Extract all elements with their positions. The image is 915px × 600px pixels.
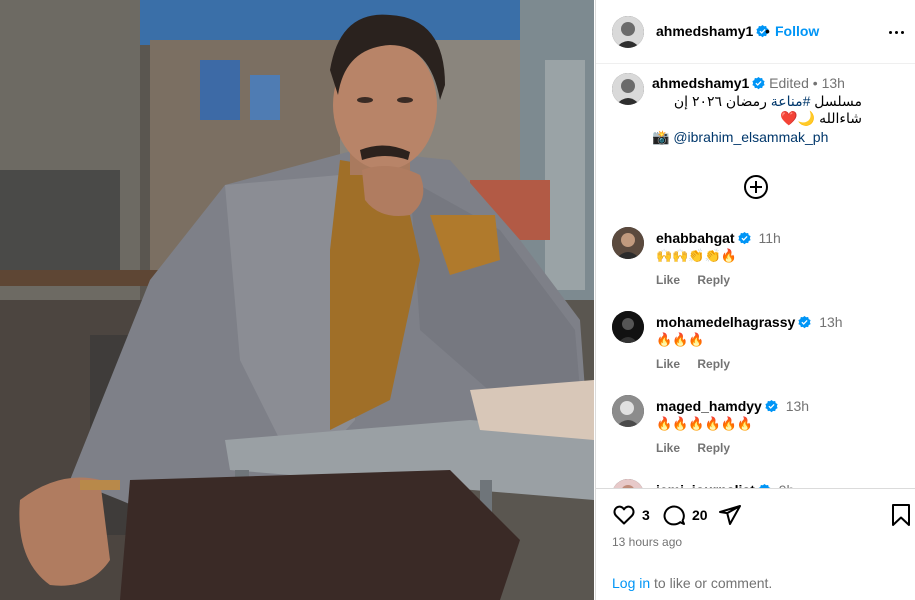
- comment-text: 🔥🔥🔥: [656, 332, 705, 347]
- author-avatar[interactable]: [612, 16, 644, 48]
- follow-button[interactable]: Follow: [775, 23, 819, 39]
- caption-header: ahmedshamy1 Edited • 13h: [652, 75, 845, 91]
- comment-item: ehabbahgat 11h 🙌🙌👏👏🔥 Like Reply: [596, 227, 915, 307]
- comment-reply-button[interactable]: Reply: [697, 357, 730, 371]
- caption-time: 13h: [821, 75, 845, 91]
- comment-text: 🙌🙌👏👏🔥: [656, 248, 737, 263]
- comment-header: mohamedelhagrassy 13h: [656, 314, 843, 330]
- caption-text-prefix: مسلسل: [810, 93, 862, 109]
- caption-separator: •: [812, 75, 818, 91]
- commenter-avatar[interactable]: [612, 311, 644, 343]
- comment-actions: Like Reply: [656, 441, 744, 455]
- post-panel: ahmedshamy1 • Follow ahmedshamy1 Edited …: [595, 0, 915, 600]
- comment-reply-button[interactable]: Reply: [697, 441, 730, 455]
- post-actions: 3 20 13 hours ago Log in to like or comm…: [596, 488, 915, 600]
- author-username-text[interactable]: ahmedshamy1: [656, 23, 753, 39]
- header-separator: •: [765, 23, 770, 39]
- comment-like-button[interactable]: Like: [656, 357, 680, 371]
- comment-header: ehabbahgat 11h: [656, 230, 781, 246]
- comment-header: maged_hamdyy 13h: [656, 398, 809, 414]
- comment-time: 13h: [785, 398, 810, 414]
- verified-badge-icon: [765, 400, 778, 413]
- comment-username[interactable]: mohamedelhagrassy: [656, 314, 795, 330]
- comment-item: maged_hamdyy 13h 🔥🔥🔥🔥🔥🔥 Like Reply: [596, 395, 915, 475]
- like-count[interactable]: 3: [642, 507, 650, 523]
- login-prompt: Log in to like or comment.: [612, 575, 772, 591]
- credit-mention[interactable]: @ibrahim_elsammak_ph: [673, 129, 828, 145]
- comment-username[interactable]: ehabbahgat: [656, 230, 735, 246]
- comment-actions: Like Reply: [656, 357, 744, 371]
- comment-icon[interactable]: [662, 503, 686, 527]
- comment-item: iemi_journalist 9h: [596, 479, 915, 488]
- caption-hashtag[interactable]: #مناعة: [771, 93, 811, 109]
- heart-icon[interactable]: [612, 503, 636, 527]
- login-prompt-text: to like or comment.: [650, 575, 773, 591]
- commenter-avatar[interactable]: [612, 395, 644, 427]
- caption-text: مسلسل #مناعة رمضان ٢٠٢٦ إن شاءالله 🌙❤️: [652, 93, 862, 127]
- plus-circle-icon[interactable]: [743, 174, 769, 200]
- comment-time: 11h: [758, 230, 781, 246]
- caption-username[interactable]: ahmedshamy1: [652, 75, 749, 91]
- post-photo-image: [0, 0, 594, 600]
- verified-badge-icon: [798, 316, 811, 329]
- post-photo: [0, 0, 594, 600]
- verified-badge-icon: [737, 232, 751, 245]
- comment-like-button[interactable]: Like: [656, 273, 680, 287]
- bookmark-icon[interactable]: [890, 503, 912, 527]
- comment-time: 13h: [819, 314, 843, 330]
- commenter-avatar[interactable]: [612, 227, 644, 259]
- comment-actions: Like Reply: [656, 273, 744, 287]
- camera-icon: 📸: [652, 129, 670, 145]
- post-timestamp[interactable]: 13 hours ago: [612, 535, 682, 549]
- login-link[interactable]: Log in: [612, 575, 650, 591]
- comment-count[interactable]: 20: [692, 507, 708, 523]
- comment-item: mohamedelhagrassy 13h 🔥🔥🔥 Like Reply: [596, 311, 915, 391]
- author-username[interactable]: ahmedshamy1: [656, 23, 769, 39]
- commenter-avatar[interactable]: [612, 479, 644, 488]
- comments-section[interactable]: ahmedshamy1 Edited • 13h مسلسل #مناعة رم…: [596, 65, 915, 488]
- comment-text: 🔥🔥🔥🔥🔥🔥: [656, 416, 754, 431]
- post-header: ahmedshamy1 • Follow: [596, 0, 915, 64]
- comment-reply-button[interactable]: Reply: [697, 273, 730, 287]
- comment-like-button[interactable]: Like: [656, 441, 680, 455]
- more-options-icon[interactable]: [884, 22, 908, 42]
- verified-badge-icon: [752, 77, 765, 90]
- caption-edited-label: Edited: [769, 75, 809, 91]
- photo-credit: 📸 @ibrahim_elsammak_ph: [652, 129, 828, 146]
- caption-author-avatar[interactable]: [612, 73, 644, 105]
- comment-username[interactable]: maged_hamdyy: [656, 398, 762, 414]
- share-icon[interactable]: [718, 503, 742, 527]
